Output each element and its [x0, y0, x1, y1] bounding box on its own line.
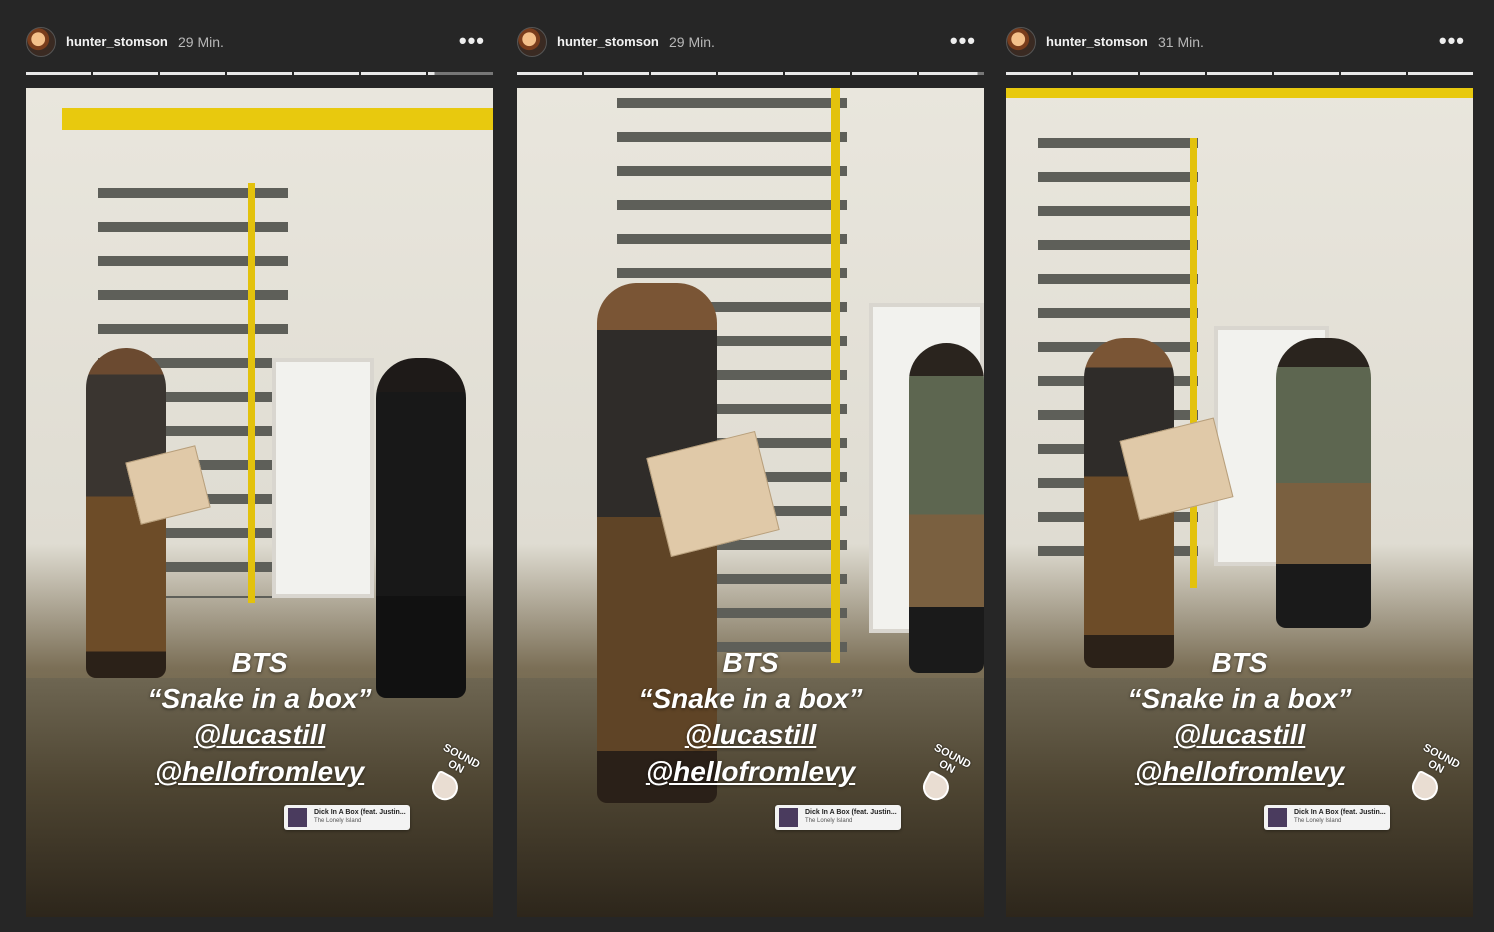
progress-segment — [651, 72, 716, 75]
stair-rail — [1190, 138, 1197, 588]
progress-bar — [1006, 72, 1473, 75]
caption-bts: BTS — [231, 647, 288, 678]
story-panel-2[interactable]: hunter_stomson 29 Min. ••• BTS “Snake in… — [517, 0, 984, 932]
progress-segment — [1341, 72, 1406, 75]
music-sticker[interactable]: Dick In A Box (feat. Justin... The Lonel… — [1264, 805, 1390, 830]
story-header: hunter_stomson 31 Min. ••• — [1006, 26, 1473, 58]
music-sticker[interactable]: Dick In A Box (feat. Justin... The Lonel… — [284, 805, 410, 830]
username[interactable]: hunter_stomson — [66, 34, 168, 49]
progress-bar — [517, 72, 984, 75]
story-video-frame[interactable]: BTS “Snake in a box” @lucastill @hellofr… — [1006, 88, 1473, 917]
more-horizontal-icon[interactable]: ••• — [459, 28, 485, 54]
caption-title: “Snake in a box” — [638, 683, 863, 714]
progress-segment — [26, 72, 91, 75]
yellow-beam — [62, 108, 493, 130]
progress-segment — [1073, 72, 1138, 75]
story-video-frame[interactable]: BTS “Snake in a box” @lucastill @hellofr… — [26, 88, 493, 917]
progress-segment — [1140, 72, 1205, 75]
mention-link[interactable]: @lucastill — [517, 717, 984, 753]
timestamp: 29 Min. — [178, 34, 224, 50]
album-art — [779, 808, 798, 827]
username[interactable]: hunter_stomson — [557, 34, 659, 49]
person-crew — [909, 343, 984, 673]
caption-title: “Snake in a box” — [147, 683, 372, 714]
story-video-frame[interactable]: BTS “Snake in a box” @lucastill @hellofr… — [517, 88, 984, 917]
stair-rail — [248, 183, 255, 603]
yellow-beam — [1006, 88, 1473, 98]
avatar[interactable] — [517, 27, 547, 57]
avatar[interactable] — [26, 27, 56, 57]
song-artist: The Lonely Island — [1294, 818, 1342, 824]
more-horizontal-icon[interactable]: ••• — [950, 28, 976, 54]
mention-link[interactable]: @lucastill — [26, 717, 493, 753]
progress-segment — [361, 72, 426, 75]
progress-segment-current — [919, 72, 984, 75]
progress-segment — [1006, 72, 1071, 75]
progress-segment — [517, 72, 582, 75]
progress-segment — [785, 72, 850, 75]
caption-title: “Snake in a box” — [1127, 683, 1352, 714]
username[interactable]: hunter_stomson — [1046, 34, 1148, 49]
album-art — [1268, 808, 1287, 827]
mention-link[interactable]: @lucastill — [1006, 717, 1473, 753]
progress-segment — [852, 72, 917, 75]
caption-bts: BTS — [722, 647, 779, 678]
timestamp: 29 Min. — [669, 34, 715, 50]
timestamp: 31 Min. — [1158, 34, 1204, 50]
progress-segment-current — [428, 72, 493, 75]
song-artist: The Lonely Island — [805, 818, 853, 824]
caption-bts: BTS — [1211, 647, 1268, 678]
progress-segment — [227, 72, 292, 75]
story-panel-1[interactable]: hunter_stomson 29 Min. ••• BTS “Snake in… — [26, 0, 493, 932]
progress-segment-current — [1408, 72, 1473, 75]
person-crew — [1276, 338, 1371, 628]
stair-rail — [831, 88, 840, 663]
progress-segment — [160, 72, 225, 75]
song-artist: The Lonely Island — [314, 818, 362, 824]
progress-segment — [718, 72, 783, 75]
song-title: Dick In A Box (feat. Justin... — [314, 809, 406, 816]
door — [272, 358, 374, 598]
song-title: Dick In A Box (feat. Justin... — [805, 809, 897, 816]
progress-segment — [294, 72, 359, 75]
avatar[interactable] — [1006, 27, 1036, 57]
progress-segment — [584, 72, 649, 75]
song-title: Dick In A Box (feat. Justin... — [1294, 809, 1386, 816]
story-header: hunter_stomson 29 Min. ••• — [26, 26, 493, 58]
progress-bar — [26, 72, 493, 75]
story-header: hunter_stomson 29 Min. ••• — [517, 26, 984, 58]
progress-segment — [1274, 72, 1339, 75]
music-sticker[interactable]: Dick In A Box (feat. Justin... The Lonel… — [775, 805, 901, 830]
more-horizontal-icon[interactable]: ••• — [1439, 28, 1465, 54]
album-art — [288, 808, 307, 827]
story-panel-3[interactable]: hunter_stomson 31 Min. ••• BTS “Snake in… — [1006, 0, 1473, 932]
progress-segment — [1207, 72, 1272, 75]
progress-segment — [93, 72, 158, 75]
